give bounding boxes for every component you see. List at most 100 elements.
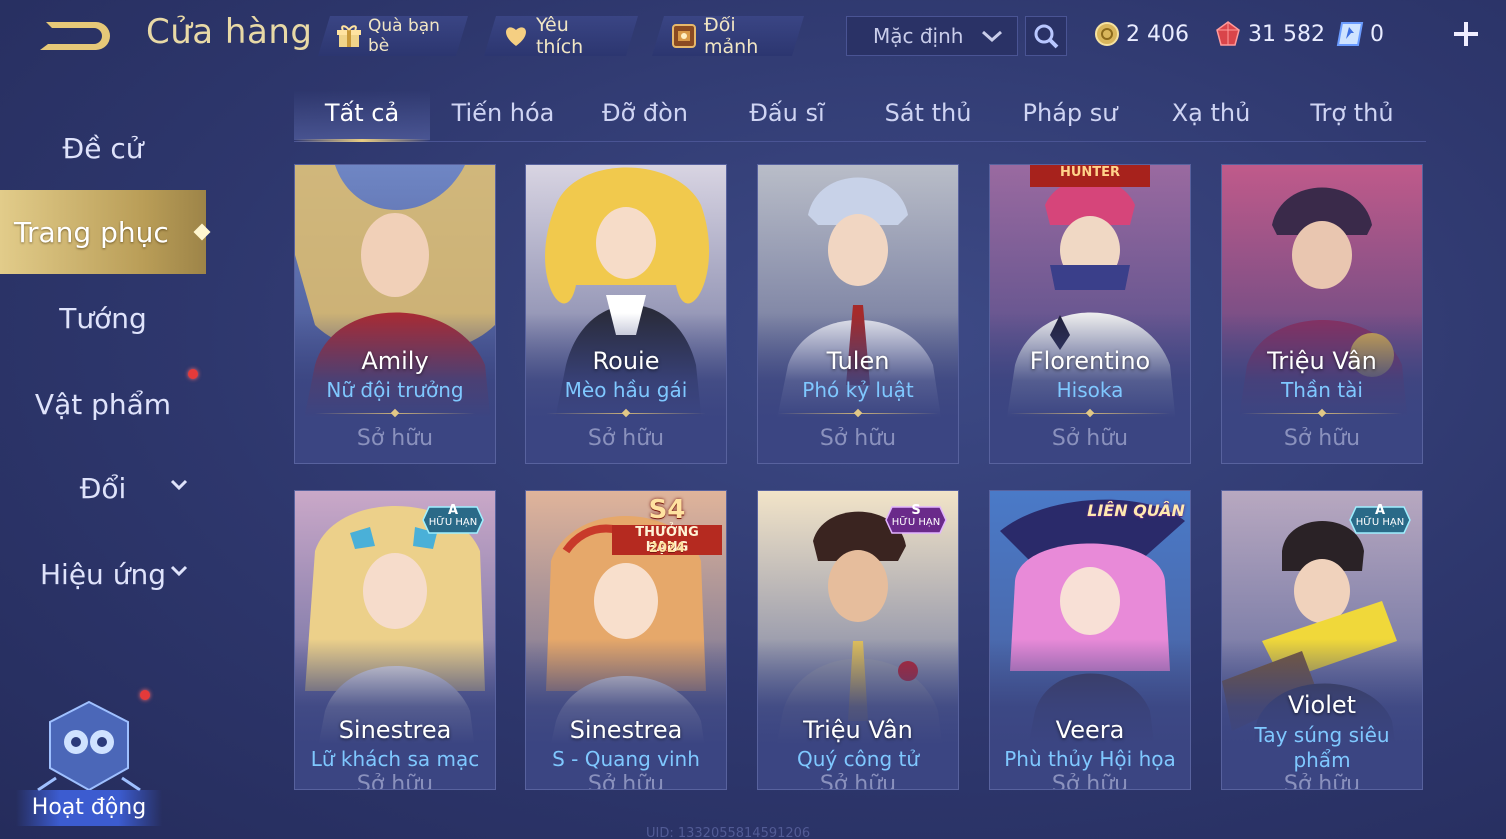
friend-gift-label: Quà bạn bè [368,16,440,56]
collab-banner: HUNTER [1030,165,1150,187]
activity-button[interactable]: Hoạt động [16,698,162,828]
tab-support[interactable]: Trợ thủ [1284,90,1420,140]
page-title: Cửa hàng [146,12,313,52]
owned-status: Sở hữu [1051,426,1129,451]
sidebar: Đề cử Trang phục Tướng Vật phẩm Đổi Hiệu… [0,90,211,839]
skin-name: Phù thủy Hội họa [1004,747,1176,771]
skin-card[interactable]: HUNTER Florentino Hisoka Sở hữu [989,164,1191,464]
skin-name-line-2: phẩm [1293,748,1351,772]
notification-dot [188,369,198,379]
tier-label: HỮU HẠN [1355,517,1405,528]
sort-dropdown[interactable]: Mặc định [846,16,1018,56]
owned-status: Sở hữu [356,772,434,790]
sidebar-item-recommended[interactable]: Đề cử [0,106,206,190]
skin-name: Mèo hầu gái [564,378,688,402]
gold-balance: 2 406 [1094,18,1189,50]
season-year: 2024 [648,541,686,556]
hero-name: Triệu Vân [1267,347,1377,375]
search-icon [1034,24,1059,49]
owned-status: Sở hữu [1051,772,1129,790]
event-badge: LIÊN QUÂN [1087,501,1185,520]
favorites-label: Yêu thích [535,14,584,58]
season-badge: S4 THƯỞNG HẠNG 2024 [612,495,722,559]
skin-card[interactable]: A HỮU HẠN Sinestrea Lữ khách sa mạc Sở h… [294,490,496,790]
back-arrow-icon [40,22,110,50]
skin-card[interactable]: Amily Nữ đội trưởng Sở hữu [294,164,496,464]
voucher-amount: 0 [1370,21,1384,47]
tab-mage[interactable]: Pháp sư [1002,90,1138,140]
hero-name: Violet [1287,691,1357,719]
hero-name: Amily [361,347,429,375]
hero-name: Florentino [1029,347,1151,375]
search-button[interactable] [1025,16,1067,56]
tier-letter: S [911,503,921,518]
activity-emblem-icon [37,700,141,792]
owned-status: Sở hữu [587,426,665,451]
exchange-shards-button[interactable]: Đổi mảnh [652,16,804,56]
friend-gift-button[interactable]: Quà bạn bè [318,16,468,56]
season-code: S4 [648,495,686,525]
gold-coin-icon [1095,22,1119,46]
tier-label: HỮU HẠN [428,517,478,528]
skin-card[interactable]: S4 THƯỞNG HẠNG 2024 Sinestrea S - Quang … [525,490,727,790]
tab-fighter[interactable]: Đấu sĩ [719,90,855,140]
tier-badge: A HỮU HẠN [1348,503,1412,535]
sidebar-item-exchange[interactable]: Đổi [0,446,206,530]
sidebar-item-label: Hiệu ứng [40,557,166,591]
sidebar-item-label: Tướng [59,301,147,335]
voucher-balance: 0 [1336,18,1384,50]
sidebar-item-heroes[interactable]: Tướng [0,276,206,360]
add-currency-button[interactable] [1450,18,1482,50]
owned-status: Sở hữu [356,426,434,451]
skin-card[interactable]: LIÊN QUÂN Veera Phù thủy Hội họa Sở hữu [989,490,1191,790]
skin-name: Thần tài [1281,378,1363,402]
tab-tank[interactable]: Đỡ đòn [577,90,713,140]
sidebar-item-label: Trang phục [14,215,169,249]
owned-status: Sở hữu [1283,426,1361,451]
chevron-down-icon [170,479,188,491]
card-divider [546,413,706,414]
skin-card[interactable]: S HỮU HẠN Triệu Vân Quý công tử Sở hữu [757,490,959,790]
skin-name: Lữ khách sa mạc [310,747,480,771]
skin-name: S - Quang vinh [552,747,700,771]
card-divider [1010,413,1170,414]
skin-card[interactable]: A HỮU HẠN Violet Tay súng siêu phẩm Sở h… [1221,490,1423,790]
owned-status: Sở hữu [819,426,897,451]
skin-card[interactable]: Tulen Phó kỷ luật Sở hữu [757,164,959,464]
favorites-button[interactable]: Yêu thích [484,16,638,56]
card-divider [778,413,938,414]
heart-icon [502,22,530,50]
category-tabs: Tất cả Tiến hóa Đỡ đòn Đấu sĩ Sát thủ Ph… [294,90,1426,142]
hero-name: Rouie [592,347,660,375]
voucher-icon [1336,22,1364,46]
back-button[interactable] [36,14,112,54]
skin-card[interactable]: Triệu Vân Thần tài Sở hữu [1221,164,1423,464]
owned-status: Sở hữu [819,772,897,790]
tier-letter: A [1374,503,1386,518]
tab-all[interactable]: Tất cả [294,90,430,142]
sidebar-item-label: Đổi [79,471,127,505]
skin-name: Quý công tử [796,747,920,771]
hero-name: Veera [1055,716,1125,744]
sidebar-item-effects[interactable]: Hiệu ứng [0,532,206,616]
hero-name: Sinestrea [338,716,452,744]
tab-assassin[interactable]: Sát thủ [860,90,996,140]
sidebar-item-items[interactable]: Vật phẩm [0,362,206,446]
gem-balance: 31 582 [1214,18,1325,50]
skin-name: Nữ đội trưởng [326,378,464,402]
tab-evolution[interactable]: Tiến hóa [435,90,571,140]
skin-card[interactable]: Rouie Mèo hầu gái Sở hữu [525,164,727,464]
tier-letter: A [447,503,459,518]
owned-status: Sở hữu [1283,772,1361,790]
sort-value: Mặc định [873,24,964,48]
tab-marksman[interactable]: Xạ thủ [1143,90,1279,140]
gold-amount: 2 406 [1126,21,1189,47]
exchange-shards-label: Đổi mảnh [704,14,759,58]
tier-label: HỮU HẠN [891,517,941,528]
sidebar-item-label: Đề cử [62,131,144,165]
sidebar-item-costumes[interactable]: Trang phục [0,190,211,274]
skin-name: Phó kỷ luật [802,378,914,402]
plus-icon [1454,22,1478,46]
card-divider [315,413,475,414]
user-id: UID: 1332055814591206 [646,826,811,839]
